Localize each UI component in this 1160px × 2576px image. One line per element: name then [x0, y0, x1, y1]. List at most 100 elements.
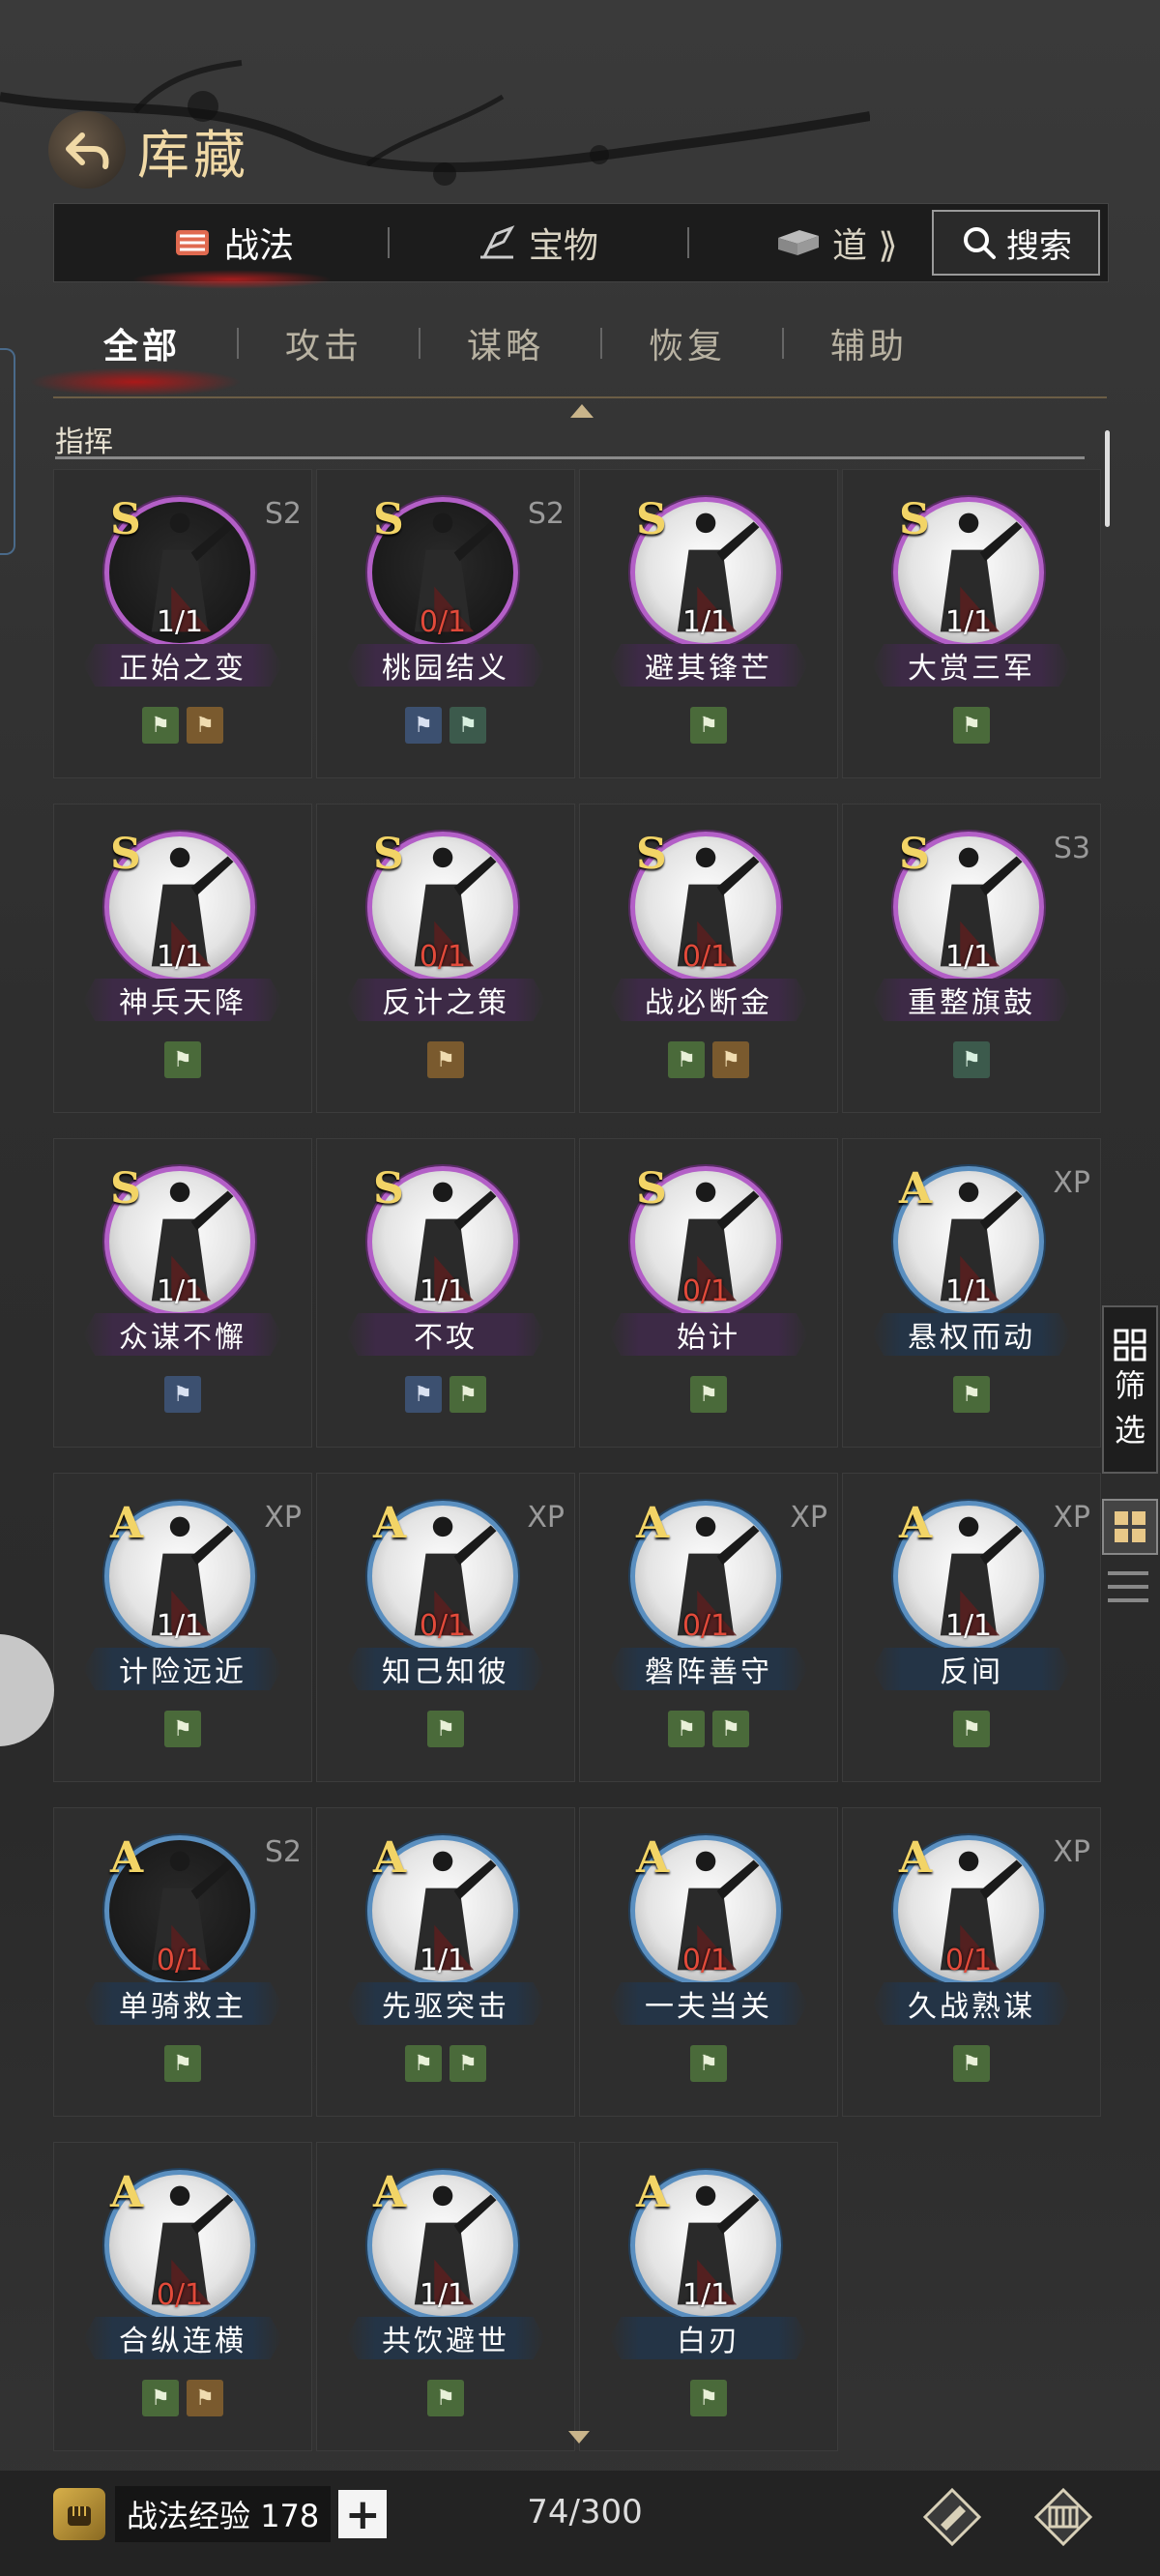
left-edge-tab[interactable] [0, 348, 15, 555]
skill-tags: ⚑ [54, 1041, 311, 1078]
skill-tags: ⚑ ⚑ [317, 707, 574, 744]
skill-type-icon: ⚑ [187, 2380, 223, 2416]
skill-tags: ⚑ [843, 707, 1100, 744]
skill-card[interactable]: 0/1 S 反计之策 ⚑ [316, 804, 575, 1113]
subtab-attack[interactable]: 攻击 [285, 305, 362, 382]
back-button[interactable] [48, 111, 126, 189]
skill-tags: ⚑ [54, 1376, 311, 1413]
skill-card[interactable]: 0/1 A 一夫当关 ⚑ [579, 1807, 838, 2117]
tab-items[interactable]: 道 ⟫ [774, 204, 897, 281]
skill-tags: ⚑ ⚑ [54, 707, 311, 744]
skill-name: 一夫当关 [609, 1982, 808, 2025]
skill-grade: A [373, 1833, 407, 1883]
skill-type-icon: ⚑ [690, 2380, 727, 2416]
grid-view-button[interactable] [1102, 1499, 1158, 1555]
skill-type-icon: ⚑ [953, 707, 990, 744]
add-exp-button[interactable]: + [338, 2490, 388, 2539]
tab-divider [687, 227, 689, 258]
subtab-strategy[interactable]: 谋略 [467, 305, 544, 382]
skill-type-icon: ⚑ [450, 707, 486, 744]
tab-treasure[interactable]: 宝物 [475, 204, 598, 281]
skill-card[interactable]: 1/1 A XP 计险远近 ⚑ [53, 1473, 312, 1782]
subtab-assist[interactable]: 辅助 [830, 305, 908, 382]
skill-name: 先驱突击 [346, 1982, 545, 2025]
skill-grade: S [636, 495, 667, 544]
page-title: 库藏 [137, 124, 249, 186]
scroll-up-indicator [570, 404, 594, 418]
skill-card[interactable]: 1/1 A 白刃 ⚑ [579, 2142, 838, 2451]
skill-card[interactable]: 0/1 A S2 单骑救主 ⚑ [53, 1807, 312, 2117]
skill-count: 1/1 [156, 1609, 204, 1643]
skill-card[interactable]: 0/1 S S2 桃园结义 ⚑ ⚑ [316, 469, 575, 778]
tab-tactics[interactable]: 战法 [130, 204, 334, 289]
skill-count: 0/1 [419, 605, 467, 639]
skill-grade: S [899, 830, 930, 879]
item-icon [778, 230, 819, 255]
skill-name: 重整旗鼓 [872, 979, 1071, 1021]
scrollbar[interactable] [1105, 430, 1110, 527]
search-button[interactable]: 搜索 [932, 210, 1100, 276]
skill-tags: ⚑ [580, 2045, 837, 2082]
skill-card[interactable]: 1/1 S 大赏三军 ⚑ [842, 469, 1101, 778]
tab-divider [388, 227, 390, 258]
skill-grade: S [373, 1164, 404, 1214]
skill-card[interactable]: 1/1 S S3 重整旗鼓 ⚑ [842, 804, 1101, 1113]
skill-count: 1/1 [944, 940, 993, 974]
skill-tags: ⚑ [580, 707, 837, 744]
section-divider [55, 456, 1085, 459]
batch-tool-button[interactable] [1030, 2483, 1097, 2551]
skill-count: 0/1 [944, 1944, 993, 1977]
skill-card[interactable]: 0/1 A XP 磐阵善守 ⚑ ⚑ [579, 1473, 838, 1782]
skill-card[interactable]: 1/1 S 避其锋芒 ⚑ [579, 469, 838, 778]
skill-card[interactable]: 1/1 S S2 正始之变 ⚑ ⚑ [53, 469, 312, 778]
search-icon [964, 227, 996, 259]
skill-name: 单骑救主 [83, 1982, 282, 2025]
skill-type-icon: ⚑ [164, 1376, 201, 1413]
skill-card[interactable]: 1/1 A 共饮避世 ⚑ [316, 2142, 575, 2451]
skill-count: 0/1 [682, 1609, 730, 1643]
skill-count: 1/1 [419, 1274, 467, 1308]
tactic-exp-label: 战法经验 178 [115, 2486, 332, 2542]
skill-tags: ⚑ ⚑ [317, 2045, 574, 2082]
skill-card[interactable]: 0/1 S 始计 ⚑ [579, 1138, 838, 1448]
skill-count: 0/1 [156, 1944, 204, 1977]
skill-tags: ⚑ [843, 1711, 1100, 1747]
skill-tags: ⚑ [843, 1376, 1100, 1413]
skill-name: 避其锋芒 [609, 644, 808, 687]
skill-tags: ⚑ [580, 2380, 837, 2416]
subtab-recover[interactable]: 恢复 [649, 305, 726, 382]
bundle-icon [1033, 2487, 1093, 2547]
tab-tactics-label: 战法 [224, 226, 295, 266]
header: 库藏 [48, 106, 249, 193]
edit-tool-button[interactable] [918, 2483, 986, 2551]
list-view-button[interactable] [1108, 1566, 1148, 1607]
skill-card[interactable]: 1/1 A XP 反间 ⚑ [842, 1473, 1101, 1782]
subtab-underline [53, 396, 1107, 398]
skill-name: 知己知彼 [346, 1648, 545, 1690]
subtab-divider [419, 328, 420, 359]
skill-name: 不攻 [346, 1313, 545, 1356]
skill-type-icon: ⚑ [953, 1711, 990, 1747]
skill-card[interactable]: 1/1 S 神兵天降 ⚑ [53, 804, 312, 1113]
skill-card[interactable]: 0/1 S 战必断金 ⚑ ⚑ [579, 804, 838, 1113]
skill-card[interactable]: 0/1 A XP 久战熟谋 ⚑ [842, 1807, 1101, 2117]
skill-card[interactable]: 0/1 A XP 知己知彼 ⚑ [316, 1473, 575, 1782]
subtab-all[interactable]: 全部 [103, 305, 181, 382]
skill-type-icon: ⚑ [142, 707, 179, 744]
skill-card[interactable]: 1/1 A XP 悬权而动 ⚑ [842, 1138, 1101, 1448]
skill-grade: A [373, 1499, 407, 1548]
skill-grade: A [636, 1499, 670, 1548]
skill-card[interactable]: 1/1 S 众谋不懈 ⚑ [53, 1138, 312, 1448]
skill-grade: A [899, 1164, 933, 1214]
skill-card[interactable]: 0/1 A 合纵连横 ⚑ ⚑ [53, 2142, 312, 2451]
skill-card[interactable]: 1/1 S 不攻 ⚑ ⚑ [316, 1138, 575, 1448]
fist-icon [68, 2506, 91, 2526]
floating-side-button[interactable] [0, 1634, 54, 1746]
filter-button[interactable]: 筛 选 [1102, 1305, 1158, 1474]
skill-tags: ⚑ [580, 1376, 837, 1413]
skill-card[interactable]: 1/1 A 先驱突击 ⚑ ⚑ [316, 1807, 575, 2117]
skill-type-icon: ⚑ [405, 1376, 442, 1413]
skill-type-icon: ⚑ [164, 1711, 201, 1747]
skill-tags: ⚑ [843, 2045, 1100, 2082]
skill-count: 1/1 [944, 1609, 993, 1643]
